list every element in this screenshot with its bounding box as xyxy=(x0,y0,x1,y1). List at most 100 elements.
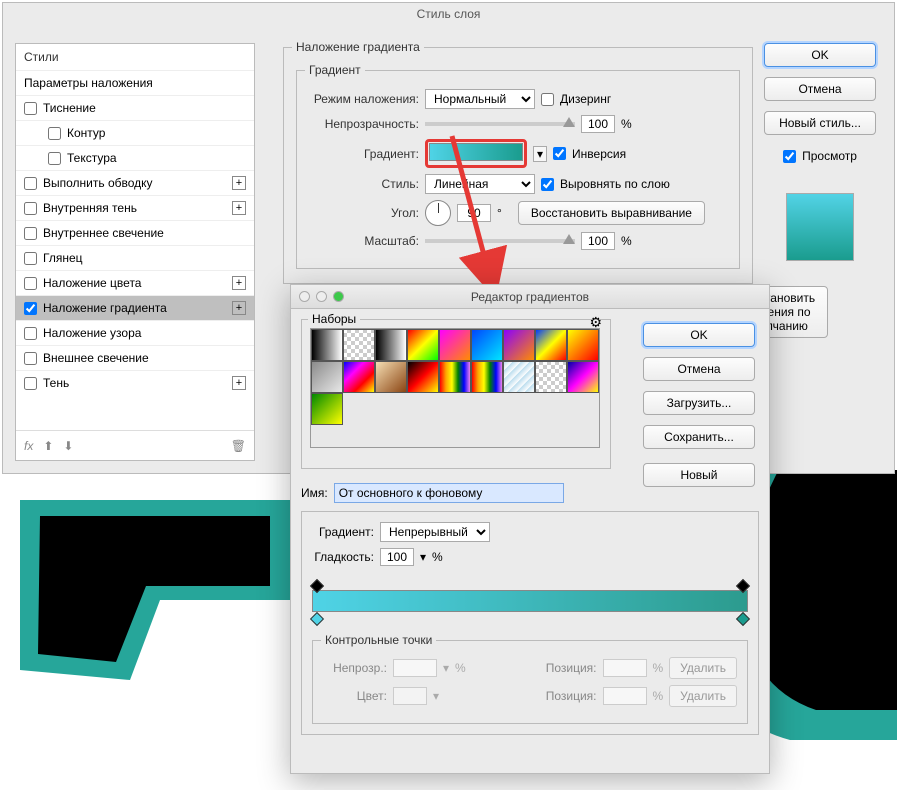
preset-swatch[interactable] xyxy=(503,329,535,361)
reset-align-button[interactable]: Восстановить выравнивание xyxy=(518,201,705,225)
style-item[interactable]: Внутренняя тень+ xyxy=(16,195,254,220)
preset-swatch[interactable] xyxy=(535,361,567,393)
style-item[interactable]: Тень + xyxy=(16,370,254,395)
style-label: Наложение узора xyxy=(43,326,141,340)
add-effect-icon[interactable]: + xyxy=(232,276,246,290)
style-item[interactable]: Тиснение xyxy=(16,95,254,120)
style-item[interactable]: Внешнее свечение xyxy=(16,345,254,370)
style-label: Тень xyxy=(43,376,69,390)
style-item[interactable]: Наложение градиента+ xyxy=(16,295,254,320)
down-arrow-icon[interactable]: ⬇ xyxy=(63,439,73,453)
reverse-checkbox[interactable] xyxy=(553,147,566,160)
align-checkbox[interactable] xyxy=(541,178,554,191)
blend-mode-select[interactable]: Нормальный xyxy=(425,89,535,109)
smooth-input[interactable] xyxy=(380,548,414,566)
stop-opacity-input[interactable] xyxy=(393,659,437,677)
delete-opacity-stop-button[interactable]: Удалить xyxy=(669,657,737,679)
style-select[interactable]: Линейная xyxy=(425,174,535,194)
style-item[interactable]: Наложение узора xyxy=(16,320,254,345)
style-checkbox[interactable] xyxy=(24,377,37,390)
style-checkbox[interactable] xyxy=(24,302,37,315)
trash-icon[interactable]: 🗑 xyxy=(231,439,246,453)
editor-ok-button[interactable]: OK xyxy=(643,323,755,347)
load-button[interactable]: Загрузить... xyxy=(643,391,755,415)
opacity-input[interactable] xyxy=(581,115,615,133)
style-checkbox[interactable] xyxy=(48,152,61,165)
style-item[interactable]: Наложение цвета+ xyxy=(16,270,254,295)
stop-position-input-2[interactable] xyxy=(603,687,647,705)
stop-position-input-1[interactable] xyxy=(603,659,647,677)
cancel-button[interactable]: Отмена xyxy=(764,77,876,101)
add-effect-icon[interactable]: + xyxy=(232,376,246,390)
preset-swatch[interactable] xyxy=(375,361,407,393)
style-checkbox[interactable] xyxy=(24,277,37,290)
up-arrow-icon[interactable]: ⬆ xyxy=(43,439,53,453)
preset-swatch[interactable] xyxy=(503,361,535,393)
gradient-overlay-group: Наложение градиента Градиент Режим налож… xyxy=(283,33,753,284)
delete-color-stop-button[interactable]: Удалить xyxy=(669,685,737,707)
styles-header: Стили xyxy=(16,44,254,70)
angle-input[interactable] xyxy=(457,204,491,222)
style-checkbox[interactable] xyxy=(24,327,37,340)
scale-slider[interactable] xyxy=(425,239,575,243)
editor-cancel-button[interactable]: Отмена xyxy=(643,357,755,381)
scale-input[interactable] xyxy=(581,232,615,250)
preset-swatch[interactable] xyxy=(311,393,343,425)
preset-swatch[interactable] xyxy=(375,329,407,361)
gear-icon[interactable]: ⚙ xyxy=(589,314,602,331)
style-item[interactable]: Выполнить обводку+ xyxy=(16,170,254,195)
preset-swatch[interactable] xyxy=(439,329,471,361)
angle-dial[interactable] xyxy=(425,200,451,226)
style-item[interactable]: Внутреннее свечение xyxy=(16,220,254,245)
gradient-bar[interactable] xyxy=(312,590,748,612)
overlay-params-row[interactable]: Параметры наложения xyxy=(16,70,254,95)
opacity-slider[interactable] xyxy=(425,122,575,126)
preset-swatch[interactable] xyxy=(471,361,503,393)
preset-swatch[interactable] xyxy=(407,361,439,393)
style-checkbox[interactable] xyxy=(24,352,37,365)
style-item[interactable]: Глянец xyxy=(16,245,254,270)
stop-color-swatch[interactable] xyxy=(393,687,427,705)
style-checkbox[interactable] xyxy=(24,227,37,240)
style-item[interactable]: Текстура xyxy=(16,145,254,170)
add-effect-icon[interactable]: + xyxy=(232,301,246,315)
styles-panel: Стили Параметры наложения Тиснение Контур… xyxy=(15,43,255,461)
preset-swatch[interactable] xyxy=(567,329,599,361)
fx-label[interactable]: fx xyxy=(24,439,33,453)
gradient-editor-dialog: Редактор градиентов Наборы ⚙ OK Отмена З… xyxy=(290,284,770,774)
style-label: Тиснение xyxy=(43,101,96,115)
preset-swatch[interactable] xyxy=(471,329,503,361)
grad-type-select[interactable]: Непрерывный xyxy=(380,522,490,542)
style-item[interactable]: Контур xyxy=(16,120,254,145)
preset-swatch[interactable] xyxy=(439,361,471,393)
preset-swatch[interactable] xyxy=(407,329,439,361)
add-effect-icon[interactable]: + xyxy=(232,201,246,215)
preview-checkbox[interactable] xyxy=(783,150,796,163)
preset-swatch[interactable] xyxy=(311,361,343,393)
style-checkbox[interactable] xyxy=(24,202,37,215)
dropdown-icon[interactable]: ▾ xyxy=(533,146,547,162)
style-checkbox[interactable] xyxy=(24,252,37,265)
style-checkbox[interactable] xyxy=(24,102,37,115)
dither-checkbox[interactable] xyxy=(541,93,554,106)
add-effect-icon[interactable]: + xyxy=(232,176,246,190)
gradient-picker[interactable] xyxy=(429,143,523,161)
titlebar[interactable]: Редактор градиентов xyxy=(291,285,769,309)
style-checkbox[interactable] xyxy=(24,177,37,190)
preset-swatch[interactable] xyxy=(343,361,375,393)
preset-swatch[interactable] xyxy=(567,361,599,393)
dither-label: Дизеринг xyxy=(560,92,611,106)
preset-swatch[interactable] xyxy=(535,329,567,361)
ok-button[interactable]: OK xyxy=(764,43,876,67)
name-input[interactable] xyxy=(334,483,564,503)
new-style-button[interactable]: Новый стиль... xyxy=(764,111,876,135)
preset-swatch[interactable] xyxy=(311,329,343,361)
color-stop-right[interactable] xyxy=(736,612,750,626)
new-button[interactable]: Новый xyxy=(643,463,755,487)
style-checkbox[interactable] xyxy=(48,127,61,140)
style-label: Глянец xyxy=(43,251,83,265)
color-stop-left[interactable] xyxy=(310,612,324,626)
preset-swatch[interactable] xyxy=(343,329,375,361)
save-button[interactable]: Сохранить... xyxy=(643,425,755,449)
dropdown-icon[interactable]: ▾ xyxy=(420,550,426,564)
